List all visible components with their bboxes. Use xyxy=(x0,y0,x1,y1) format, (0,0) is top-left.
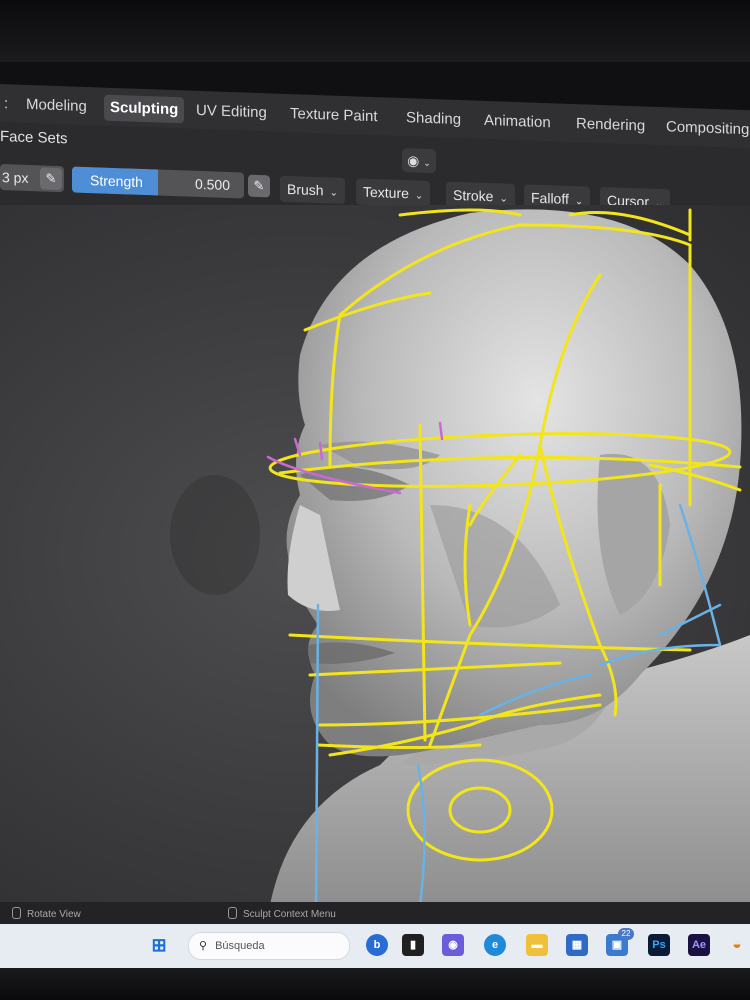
3d-viewport[interactable] xyxy=(0,205,750,905)
tab-compositing[interactable]: Compositing xyxy=(660,114,750,143)
blender-icon[interactable]: ◒ xyxy=(726,934,748,956)
photoshop-icon[interactable]: Ps xyxy=(648,934,670,956)
strength-value: 0.500 xyxy=(194,175,230,194)
taskbar-search[interactable]: ⚲ Búsqueda xyxy=(188,932,350,960)
search-placeholder: Búsqueda xyxy=(215,940,265,952)
tab-modeling[interactable]: Modeling xyxy=(20,92,93,121)
notification-badge: 22 xyxy=(618,928,634,940)
sculpt-canvas[interactable] xyxy=(0,205,750,905)
edge-icon[interactable]: e xyxy=(484,934,506,956)
brush-menu-label: Brush xyxy=(287,181,324,199)
face-sets-menu[interactable]: Face Sets xyxy=(0,128,68,147)
mouse-icon xyxy=(228,907,237,919)
monitor-bezel-top xyxy=(0,0,750,62)
sphere-mode-icon[interactable]: ◉ ⌄ xyxy=(402,148,436,174)
status-context-menu-label: Sculpt Context Menu xyxy=(243,909,336,920)
brush-menu[interactable]: Brush ⌄ xyxy=(280,175,345,205)
viewport-shadow xyxy=(170,475,260,595)
chevron-down-icon: ⌄ xyxy=(329,187,338,199)
status-rotate-view-label: Rotate View xyxy=(27,909,81,920)
windows-start-icon[interactable]: ⊞ xyxy=(148,934,170,956)
status-bar: Rotate View Sculpt Context Menu xyxy=(0,902,750,924)
bing-icon[interactable]: b xyxy=(366,934,388,956)
chevron-down-icon: ⌄ xyxy=(499,193,508,205)
status-rotate-view: Rotate View xyxy=(12,907,81,920)
after-effects-icon[interactable]: Ae xyxy=(688,934,710,956)
tab-animation[interactable]: Animation xyxy=(478,108,557,137)
windows-taskbar: ⊞ ⚲ Búsqueda b ▮ ◉ e ▬ ▦ ▣ 22 Ps Ae ◒ xyxy=(0,924,750,968)
tab-shading[interactable]: Shading xyxy=(400,105,467,133)
chevron-down-icon: ⌄ xyxy=(414,190,424,202)
radius-pressure-pen-icon[interactable]: ✎ xyxy=(40,167,62,191)
monitor-bezel-bottom xyxy=(0,968,750,1000)
tab-sculpting[interactable]: Sculpting xyxy=(104,94,185,124)
mouse-icon xyxy=(12,907,21,919)
tab-layout-edge[interactable]: : xyxy=(0,91,14,118)
tab-uv-editing[interactable]: UV Editing xyxy=(190,98,273,127)
texture-menu-label: Texture xyxy=(363,183,409,202)
tab-rendering[interactable]: Rendering xyxy=(570,111,651,140)
texture-menu[interactable]: Texture ⌄ xyxy=(356,178,431,208)
media-icon[interactable]: ▮ xyxy=(402,934,424,956)
strength-slider[interactable]: Strength 0.500 xyxy=(72,166,244,199)
chat-icon[interactable]: ◉ xyxy=(442,934,464,956)
file-explorer-icon[interactable]: ▬ xyxy=(526,934,548,956)
tab-texture-paint[interactable]: Texture Paint xyxy=(284,101,384,130)
status-context-menu: Sculpt Context Menu xyxy=(228,907,336,920)
store-icon[interactable]: ▦ xyxy=(566,934,588,956)
strength-label: Strength xyxy=(90,172,143,190)
radius-value: 3 px xyxy=(2,169,29,186)
stroke-menu-label: Stroke xyxy=(453,186,494,205)
search-icon: ⚲ xyxy=(199,940,208,952)
strength-pressure-pen-icon[interactable]: ✎ xyxy=(248,174,270,198)
